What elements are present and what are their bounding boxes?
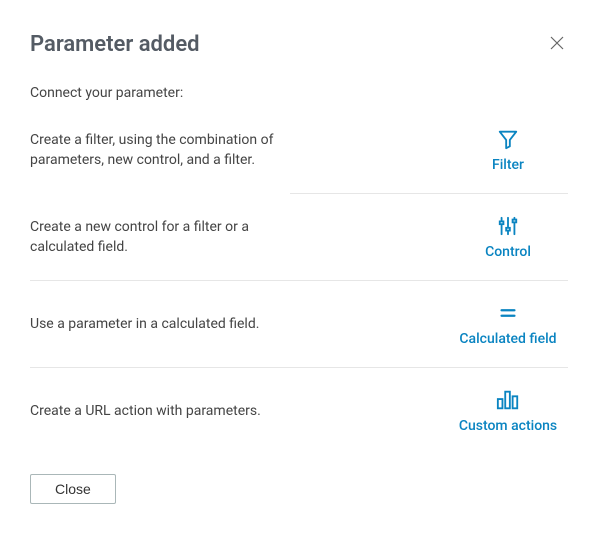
equals-icon: [497, 301, 519, 325]
option-row-custom-actions: Create a URL action with parameters. Cus…: [30, 368, 568, 454]
option-row-control: Create a new control for a filter or a c…: [30, 194, 568, 280]
option-action-calculated-field[interactable]: Calculated field: [448, 301, 568, 347]
option-row-filter: Create a filter, using the combination o…: [30, 107, 568, 193]
close-icon[interactable]: [546, 32, 568, 54]
options-list: Create a filter, using the combination o…: [30, 107, 568, 454]
option-action-filter[interactable]: Filter: [448, 127, 568, 173]
close-button[interactable]: Close: [30, 474, 116, 504]
dialog-subtitle: Connect your parameter:: [30, 85, 568, 101]
option-desc: Create a new control for a filter or a c…: [30, 217, 290, 258]
option-action-custom-actions[interactable]: Custom actions: [448, 388, 568, 434]
option-label: Custom actions: [459, 418, 557, 434]
bar-chart-icon: [496, 388, 520, 412]
option-label: Control: [485, 244, 531, 260]
dialog-header: Parameter added: [30, 32, 568, 57]
option-row-calculated-field: Use a parameter in a calculated field. C…: [30, 281, 568, 367]
dialog-title: Parameter added: [30, 32, 200, 57]
filter-icon: [497, 127, 519, 151]
dialog-footer: Close: [30, 474, 568, 504]
option-action-control[interactable]: Control: [448, 214, 568, 260]
sliders-icon: [497, 214, 519, 238]
option-desc: Create a URL action with parameters.: [30, 401, 261, 421]
option-label: Filter: [492, 157, 524, 173]
option-label: Calculated field: [459, 331, 556, 347]
option-desc: Use a parameter in a calculated field.: [30, 314, 259, 334]
option-desc: Create a filter, using the combination o…: [30, 130, 290, 171]
